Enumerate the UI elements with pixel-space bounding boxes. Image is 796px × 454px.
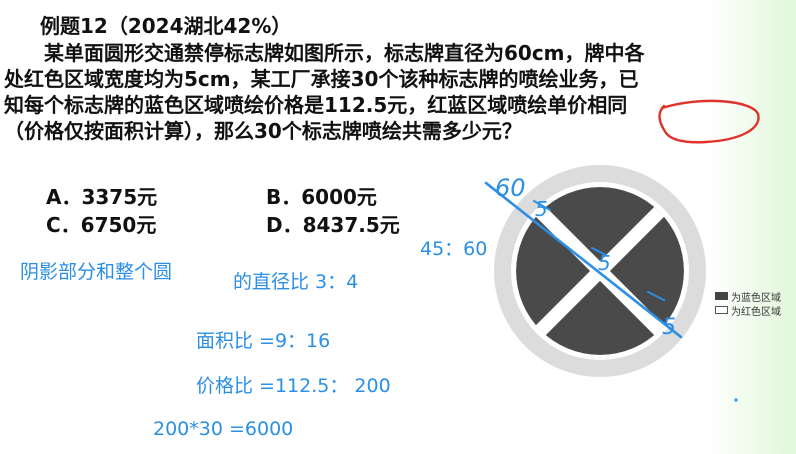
handwritten-5-bottom: 5 xyxy=(662,315,676,340)
handwritten-60: 60 xyxy=(495,174,526,202)
screenshot-canvas: 例题12（2024湖北42%） 某单面圆形交通禁停标志牌如图所示，标志牌直径为6… xyxy=(0,0,796,454)
note-shadow-ratio: 阴影部分和整个圆 xyxy=(20,261,173,283)
handwritten-5-top: 5 xyxy=(535,197,548,221)
blue-diagonal-line xyxy=(484,181,683,339)
note-area-ratio: 面积比 =9：16 xyxy=(196,330,331,352)
handwritten-5-middle: 5 xyxy=(598,251,611,275)
red-circle-mark xyxy=(658,99,760,144)
note-total: 200*30 =6000 xyxy=(153,418,294,440)
tick-mark-3 xyxy=(647,291,665,301)
note-ratio-45-60: 45：60 xyxy=(420,238,488,260)
ink-dot xyxy=(734,398,738,402)
note-price-ratio: 价格比 =112.5： 200 xyxy=(196,375,391,397)
note-diameter-ratio: 的直径比 3：4 xyxy=(233,271,359,293)
ink-overlay: 60 5 5 5 xyxy=(484,99,760,402)
